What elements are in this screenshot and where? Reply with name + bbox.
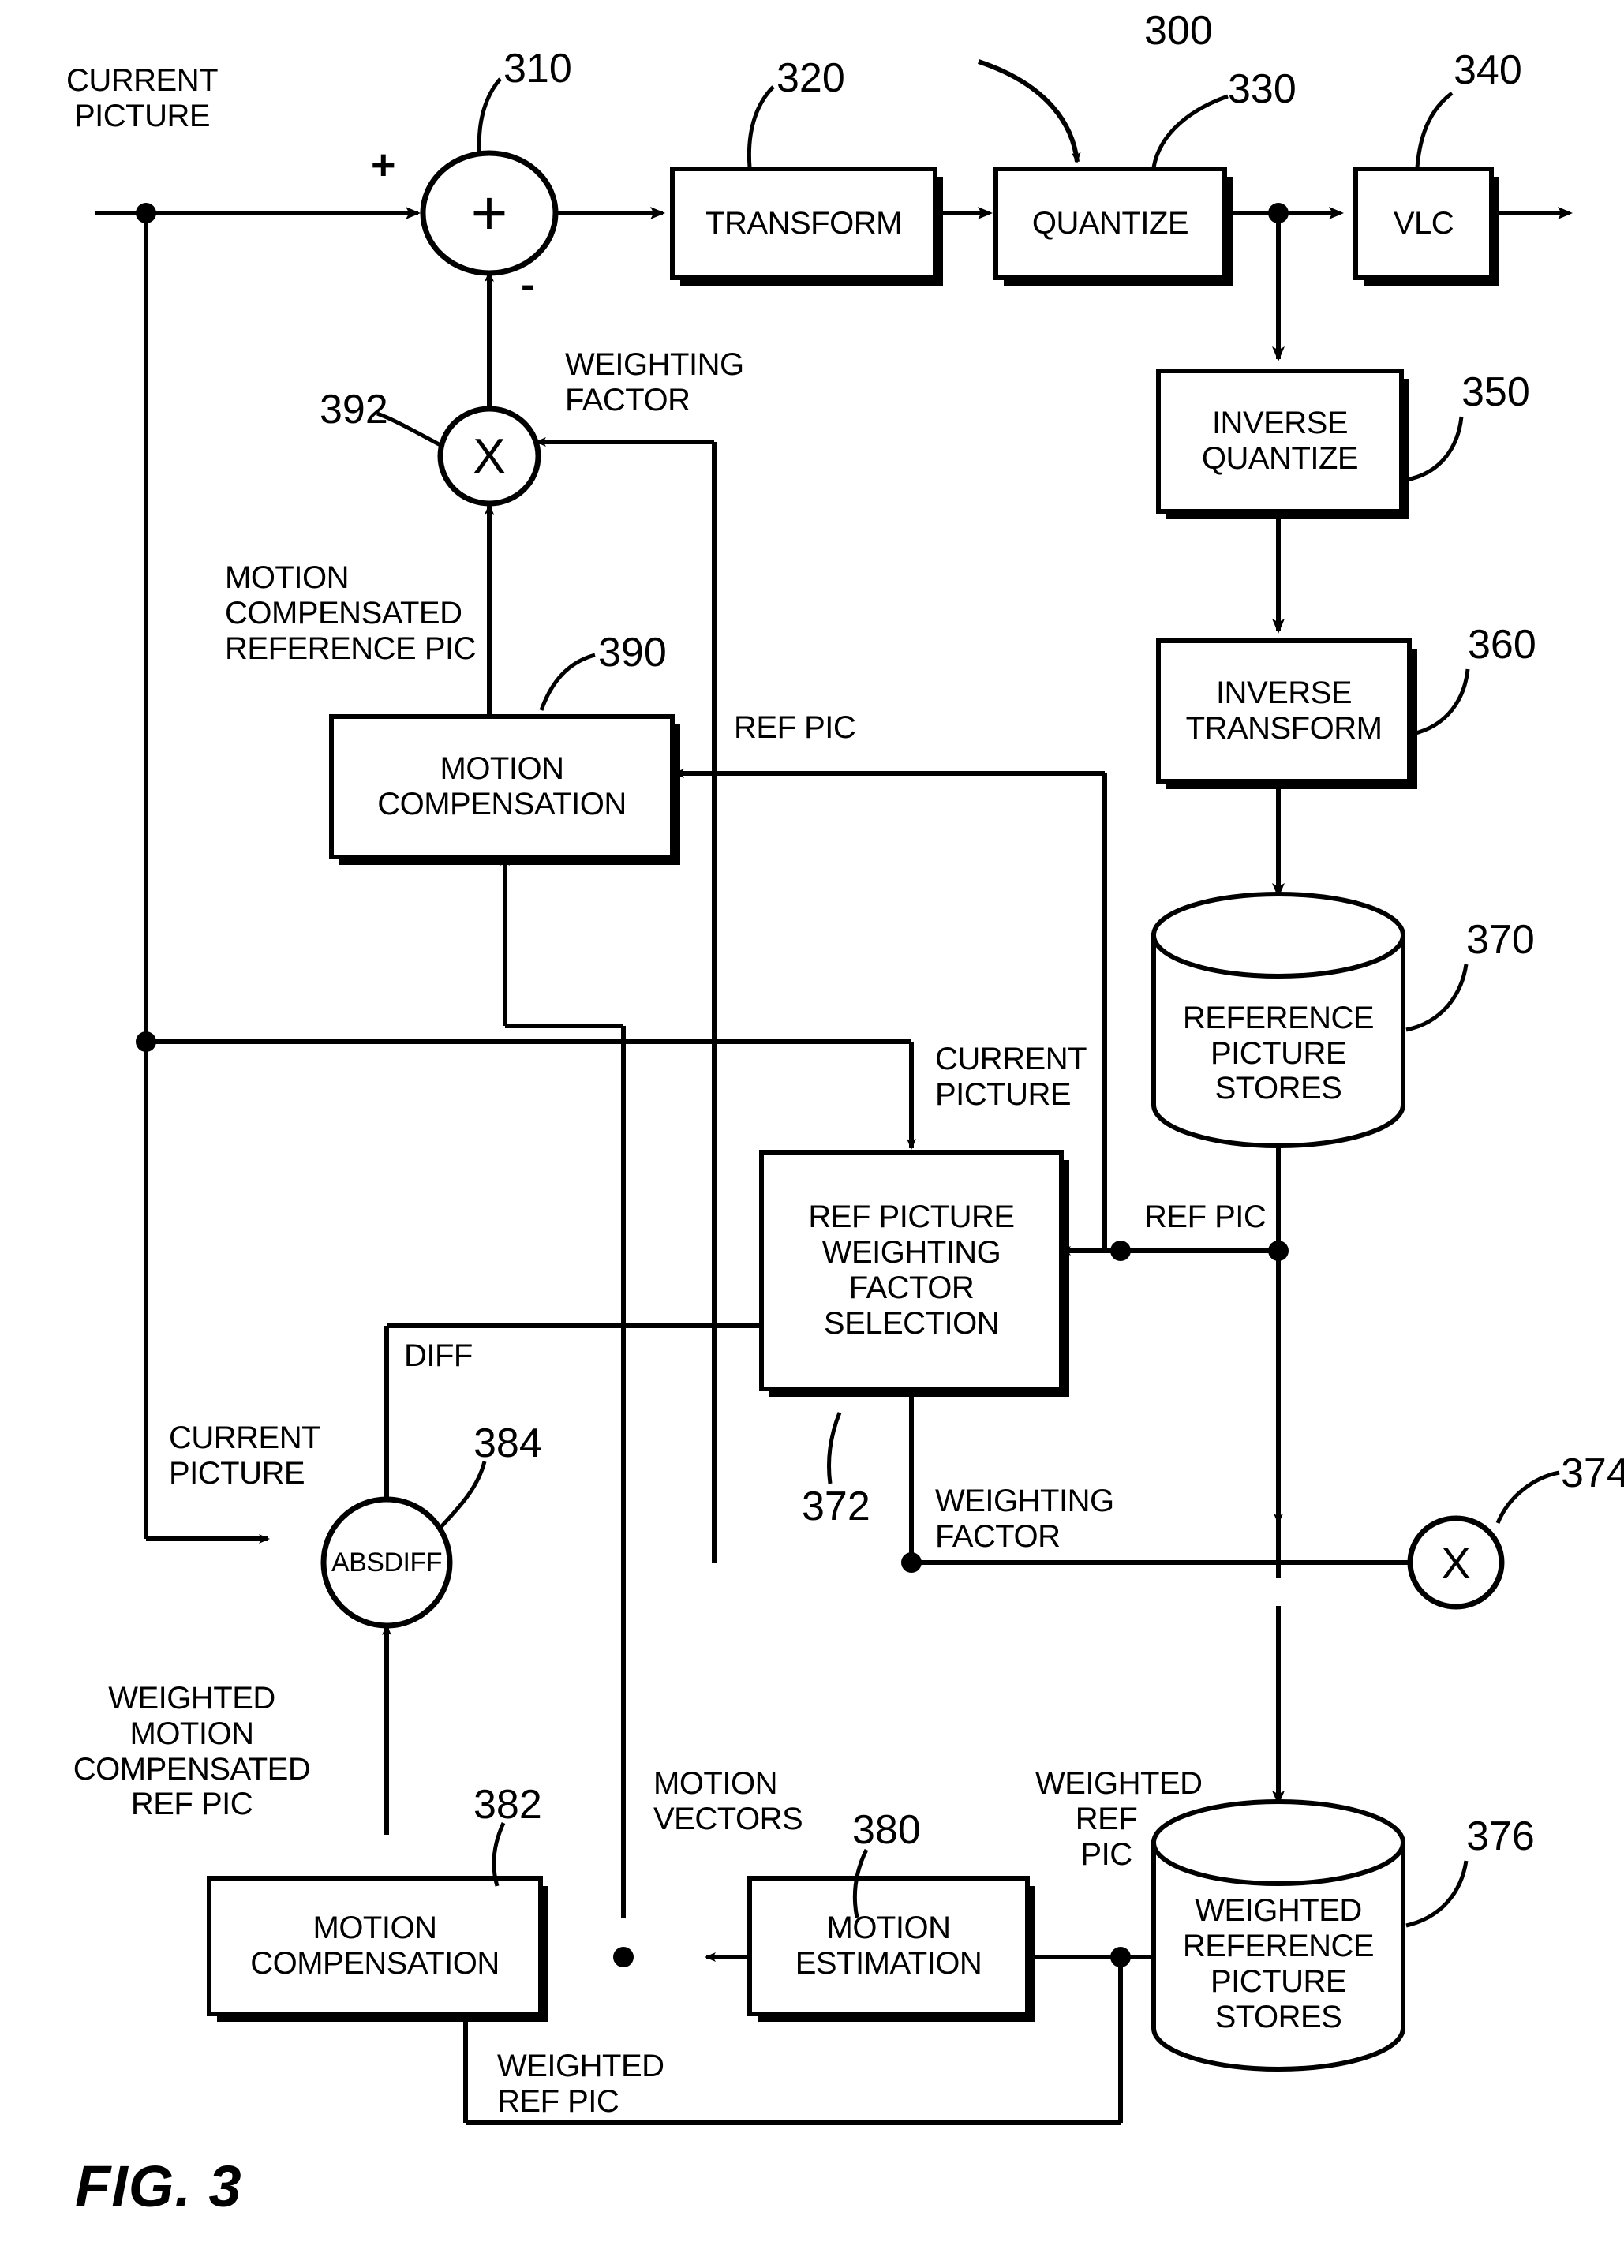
- ref-numeral-370: 370: [1466, 917, 1535, 963]
- block-label-transform: TRANSFORM: [705, 205, 902, 241]
- signal-label-weighting-factor-to-multiplier: WEIGHTING FACTOR: [565, 347, 744, 417]
- signal-label-motion-compensated-reference-pic: MOTION COMPENSATED REFERENCE PIC: [225, 560, 477, 666]
- ref-numeral-350: 350: [1461, 369, 1530, 415]
- block-label-vlc: VLC: [1393, 205, 1454, 241]
- signal-label-weighted-ref-pic-to-motion-compensation: WEIGHTED REF PIC: [497, 2049, 664, 2119]
- ref-numeral-310: 310: [503, 46, 572, 92]
- patent-figure-page: CURRENT PICTURE 310 320 300 330 340 350 …: [0, 0, 1624, 2268]
- ref-numeral-320: 320: [776, 55, 845, 101]
- signal-label-ref-pic-to-selection: REF PIC: [1144, 1199, 1267, 1234]
- signal-label-current-picture-to-absdiff: CURRENT PICTURE: [169, 1420, 321, 1491]
- ref-numeral-372: 372: [802, 1484, 870, 1529]
- signal-label-current-picture-input: CURRENT PICTURE: [65, 63, 219, 133]
- ref-numeral-392: 392: [320, 387, 388, 432]
- operator-symbol-multiplier-374: X: [1441, 1537, 1471, 1588]
- ref-numeral-376: 376: [1466, 1813, 1535, 1859]
- ref-numeral-340: 340: [1454, 47, 1522, 93]
- adder-minus-sign: -: [521, 261, 535, 309]
- signal-label-current-picture-to-selection: CURRENT PICTURE: [935, 1042, 1087, 1112]
- operator-symbol-absdiff-384: ABSDIFF: [331, 1547, 443, 1577]
- block-label-motion-compensation-382: MOTION COMPENSATION: [250, 1911, 500, 1981]
- ref-numeral-384: 384: [473, 1420, 542, 1466]
- signal-label-ref-pic-to-motion-compensation: REF PIC: [734, 710, 856, 745]
- block-label-weighted-reference-picture-stores: WEIGHTED REFERENCE PICTURE STORES: [1182, 1893, 1375, 2034]
- block-label-inverse-transform: INVERSE TRANSFORM: [1185, 676, 1383, 746]
- ref-numeral-360: 360: [1468, 622, 1536, 668]
- block-label-ref-picture-weighting-factor-selection: REF PICTURE WEIGHTING FACTOR SELECTION: [808, 1199, 1015, 1341]
- operator-symbol-adder-310: +: [470, 178, 508, 248]
- ref-numeral-374: 374: [1561, 1450, 1624, 1496]
- block-label-motion-compensation-390: MOTION COMPENSATION: [377, 751, 627, 821]
- signal-label-weighted-ref-pic-to-motion-estimation: WEIGHTED REF PIC: [1035, 1766, 1203, 1872]
- ref-numeral-380: 380: [852, 1807, 921, 1853]
- operator-symbol-multiplier-392: X: [473, 429, 506, 484]
- signal-label-motion-vectors: MOTION VECTORS: [653, 1766, 803, 1836]
- signal-label-diff: DIFF: [404, 1338, 473, 1373]
- block-label-reference-picture-stores: REFERENCE PICTURE STORES: [1182, 1000, 1375, 1106]
- signal-label-weighted-motion-compensated-ref-pic: WEIGHTED MOTION COMPENSATED REF PIC: [73, 1681, 311, 1822]
- block-label-quantize: QUANTIZE: [1031, 205, 1189, 241]
- figure-caption: FIG. 3: [75, 2154, 242, 2219]
- ref-numeral-330: 330: [1228, 66, 1297, 112]
- ref-numeral-390: 390: [598, 630, 667, 676]
- block-label-motion-estimation: MOTION ESTIMATION: [795, 1911, 982, 1981]
- ref-numeral-300: 300: [1144, 8, 1213, 54]
- signal-label-weighting-factor-output: WEIGHTING FACTOR: [935, 1484, 1114, 1554]
- block-label-inverse-quantize: INVERSE QUANTIZE: [1201, 406, 1359, 476]
- ref-numeral-382: 382: [473, 1782, 542, 1828]
- adder-plus-sign: +: [371, 141, 396, 189]
